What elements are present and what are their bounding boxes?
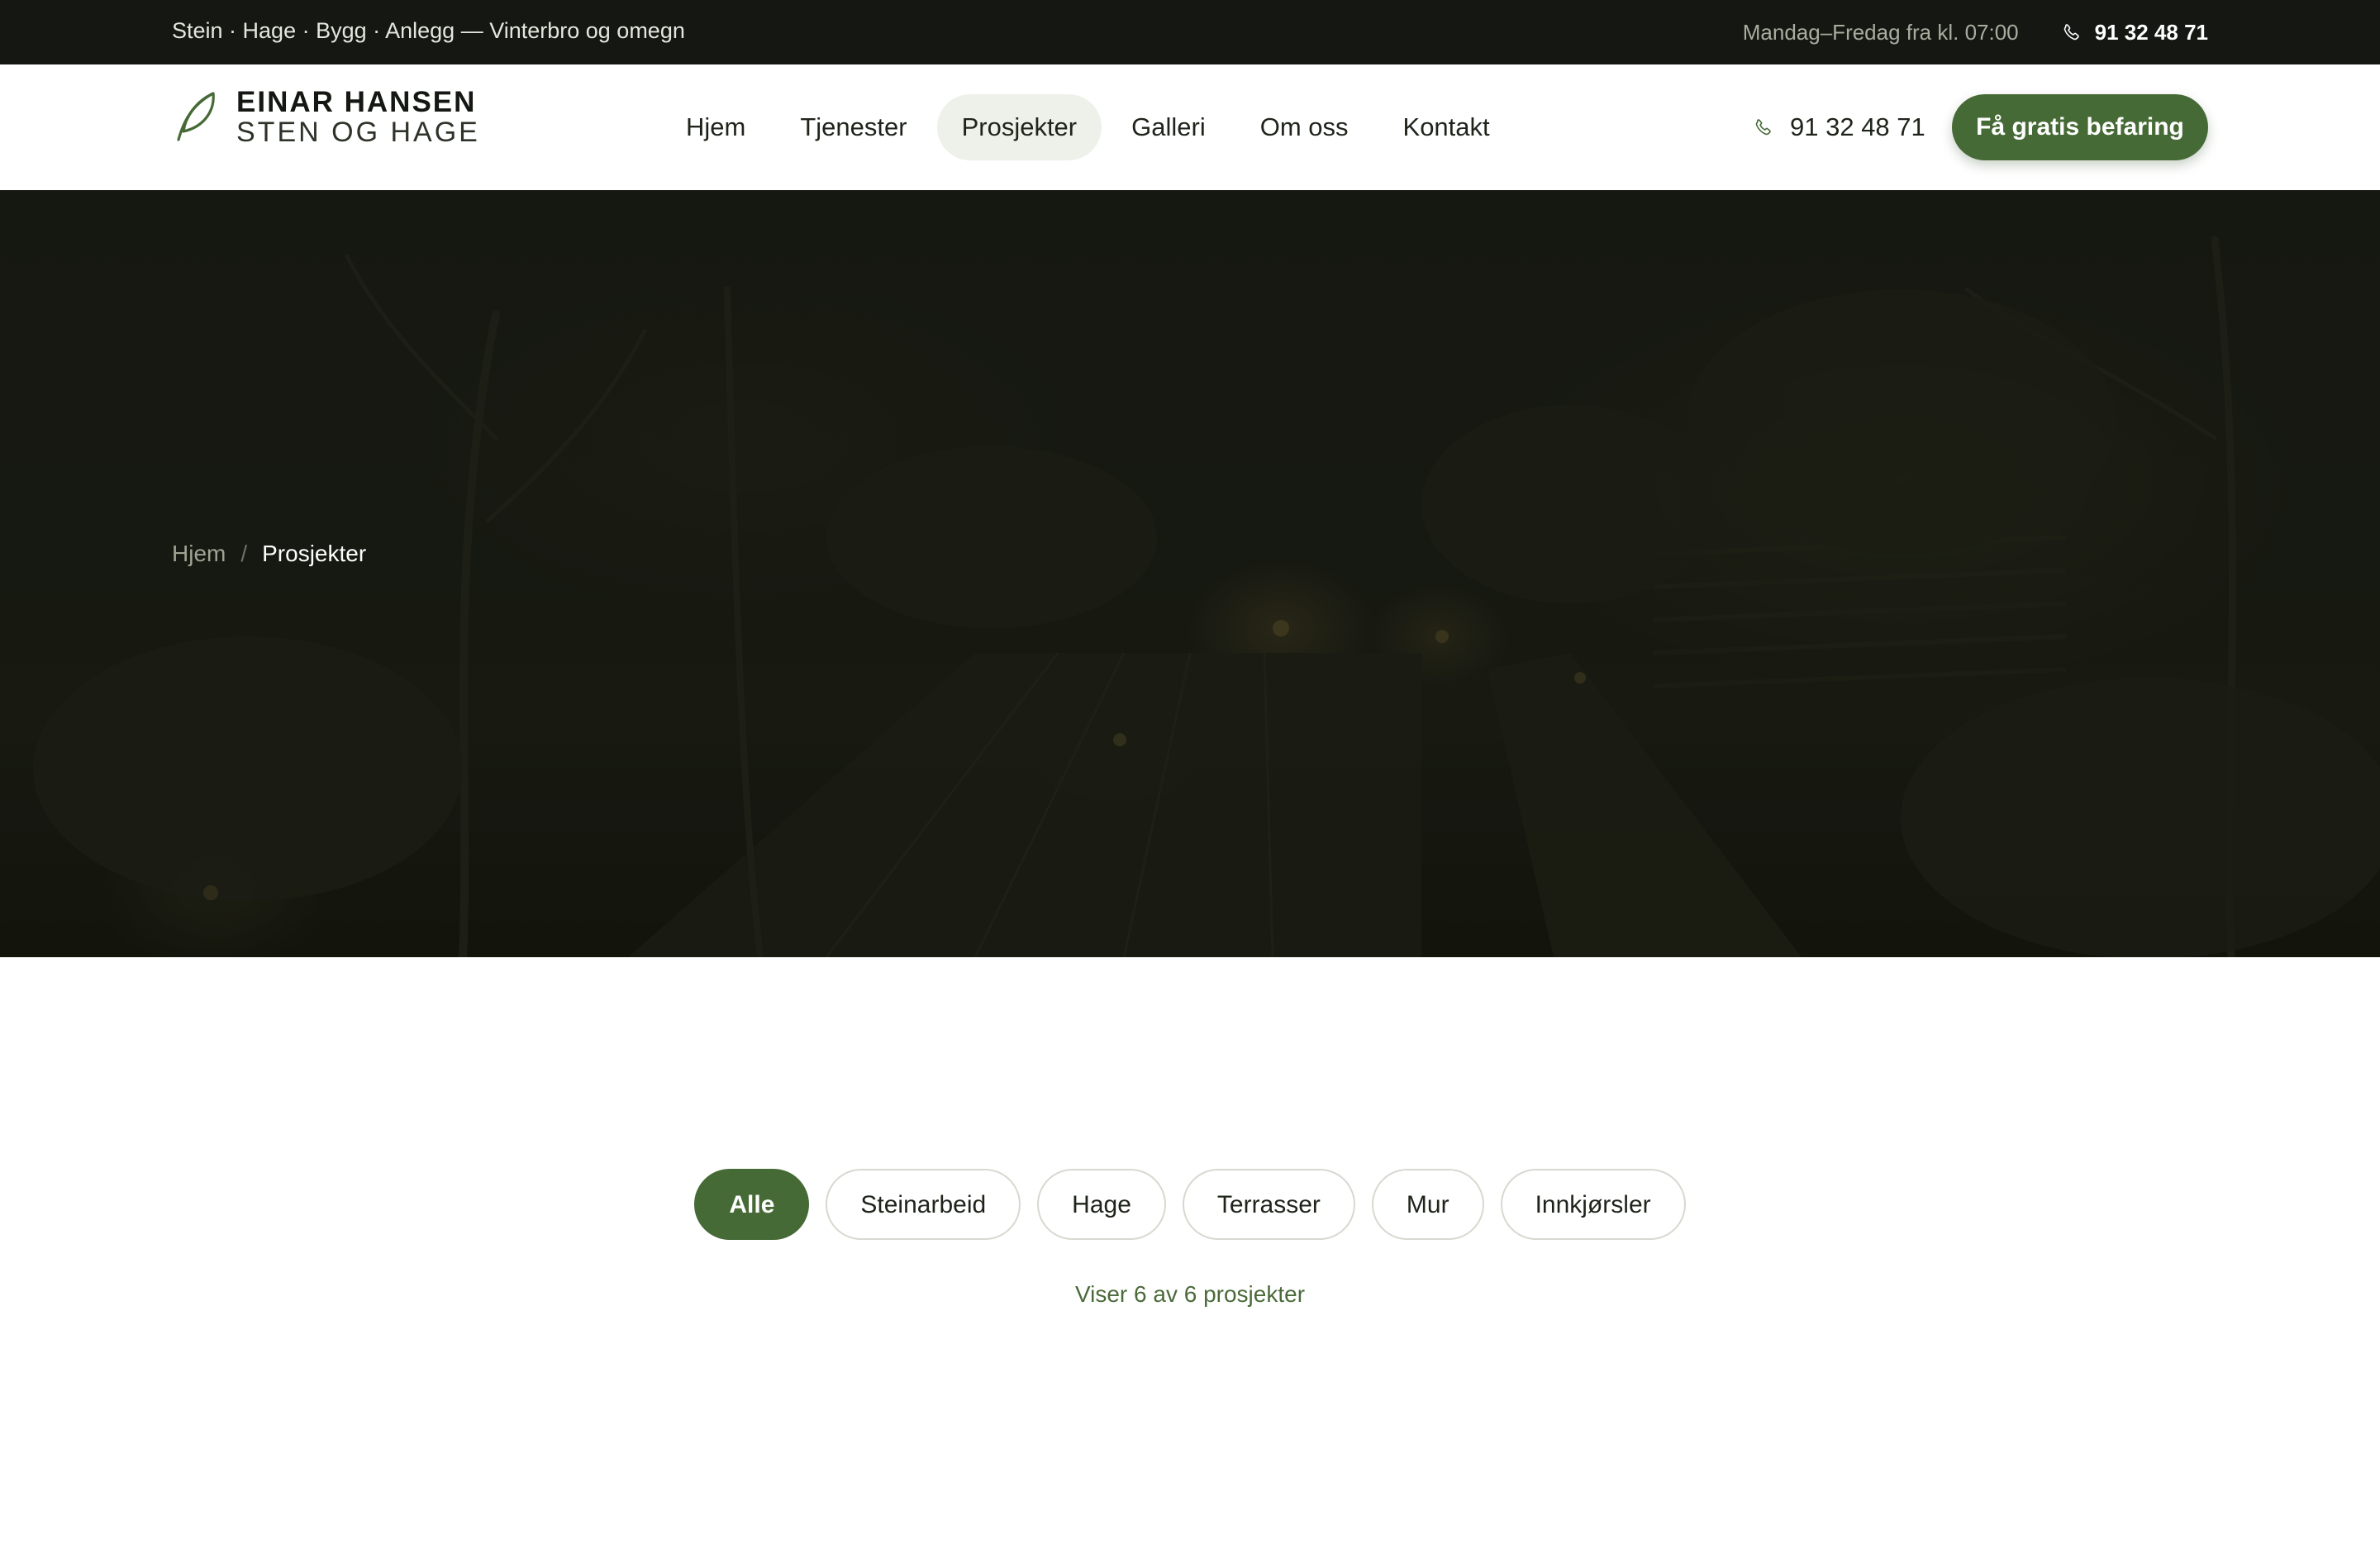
filter-chip-alle[interactable]: Alle	[694, 1169, 810, 1240]
logo[interactable]: EINAR HANSEN STEN OG HAGE	[172, 88, 480, 147]
project-filter-bar: Alle Steinarbeid Hage Terrasser Mur Innk…	[0, 1169, 2380, 1240]
nav-item-prosjekter[interactable]: Prosjekter	[936, 94, 1102, 160]
logo-text: EINAR HANSEN STEN OG HAGE	[236, 86, 480, 148]
phone-icon	[2063, 24, 2079, 41]
nav-item-om-oss[interactable]: Om oss	[1235, 94, 1373, 160]
header-phone-number: 91 32 48 71	[1790, 112, 1925, 141]
free-inspection-button[interactable]: Få gratis befaring	[1952, 94, 2208, 160]
topbar-tagline: Stein · Hage · Bygg · Anlegg — Vinterbro…	[172, 18, 685, 43]
logo-subtitle: STEN OG HAGE	[236, 117, 480, 148]
top-info-bar: Stein · Hage · Bygg · Anlegg — Vinterbro…	[0, 0, 2380, 65]
topbar-phone-link[interactable]: 91 32 48 71	[2042, 20, 2208, 45]
header-phone-link[interactable]: 91 32 48 71	[1754, 94, 1925, 160]
breadcrumb-current: Prosjekter	[262, 541, 367, 566]
filter-chip-mur[interactable]: Mur	[1371, 1169, 1484, 1240]
filter-chip-hage[interactable]: Hage	[1037, 1169, 1166, 1240]
nav-item-hjem[interactable]: Hjem	[661, 94, 770, 160]
phone-icon	[1755, 119, 1771, 136]
nav-item-galleri[interactable]: Galleri	[1107, 94, 1230, 160]
project-count-text: Viser 6 av 6 prosjekter	[1074, 1281, 1306, 1307]
filter-chip-steinarbeid[interactable]: Steinarbeid	[826, 1169, 1021, 1240]
main-nav: Hjem Tjenester Prosjekter Galleri Om oss…	[661, 94, 1515, 160]
topbar-right: Mandag–Fredag fra kl. 07:00 91 32 48 71	[1743, 0, 2208, 64]
topbar-phone-number: 91 32 48 71	[2094, 19, 2208, 45]
leaf-icon	[177, 92, 215, 141]
breadcrumb: Hjem / Prosjekter	[172, 541, 366, 567]
opening-hours: Mandag–Fredag fra kl. 07:00	[1742, 19, 2019, 45]
nav-item-tjenester[interactable]: Tjenester	[775, 94, 931, 160]
hero-banner: Hjem / Prosjekter	[0, 190, 2380, 957]
hero-garden-image	[0, 190, 2380, 957]
filter-chip-innkjorsler[interactable]: Innkjørsler	[1500, 1169, 1686, 1240]
breadcrumb-separator: /	[240, 541, 248, 566]
filter-chip-terrasser[interactable]: Terrasser	[1182, 1169, 1355, 1240]
breadcrumb-home-link[interactable]: Hjem	[172, 541, 226, 567]
logo-name: EINAR HANSEN	[236, 86, 477, 118]
nav-item-kontakt[interactable]: Kontakt	[1378, 94, 1515, 160]
site-header: EINAR HANSEN STEN OG HAGE Hjem Tjenester…	[0, 64, 2380, 191]
